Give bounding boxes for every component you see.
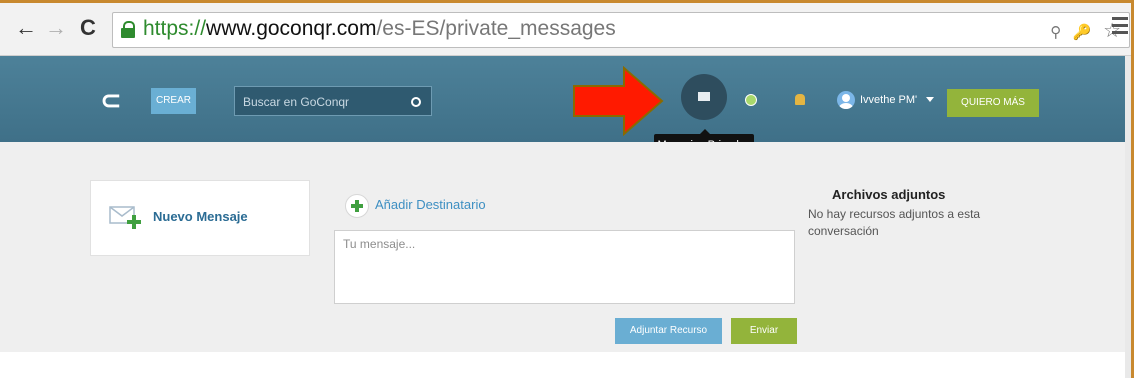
address-bar-actions: ⚲ 🔑 ☆ — [1044, 18, 1121, 43]
upgrade-button[interactable]: QUIERO MÁS — [947, 89, 1039, 117]
browser-toolbar: ← → C https://www.goconqr.com/es-ES/priv… — [0, 3, 1131, 56]
create-button[interactable]: CREAR — [151, 88, 196, 114]
message-textarea[interactable] — [334, 230, 795, 304]
globe-icon[interactable] — [745, 94, 757, 106]
goconqr-logo-icon[interactable]: ⊂ — [100, 86, 122, 116]
new-message-envelope-icon — [109, 206, 141, 229]
envelope-icon — [698, 92, 710, 101]
address-url[interactable]: https://www.goconqr.com/es-ES/private_me… — [143, 17, 616, 41]
address-bar[interactable]: https://www.goconqr.com/es-ES/private_me… — [112, 12, 1130, 48]
url-scheme: https:// — [143, 17, 207, 40]
forward-button[interactable]: → — [44, 13, 68, 43]
zoom-icon[interactable]: ⚲ — [1050, 24, 1061, 41]
key-icon[interactable]: 🔑 — [1073, 24, 1092, 41]
user-menu-name[interactable]: Ivvethe PM' — [860, 94, 917, 106]
search-icon[interactable] — [411, 97, 421, 107]
add-recipient-link[interactable]: Añadir Destinatario — [375, 197, 486, 212]
reload-button[interactable]: C — [76, 13, 100, 43]
annotation-arrow-icon — [573, 66, 664, 136]
url-host: www.goconqr.com — [206, 17, 377, 40]
search-input[interactable] — [241, 92, 405, 112]
private-messages-button[interactable] — [681, 74, 727, 120]
page-bottom-panel — [8, 354, 1014, 378]
new-message-card[interactable]: Nuevo Mensaje — [90, 180, 310, 256]
attach-resource-button[interactable]: Adjuntar Recurso — [615, 318, 722, 344]
lock-icon — [121, 21, 135, 38]
add-recipient-plus-icon[interactable] — [345, 194, 369, 218]
new-message-label: Nuevo Mensaje — [153, 209, 248, 224]
back-button[interactable]: ← — [14, 13, 38, 43]
send-button[interactable]: Enviar — [731, 318, 797, 344]
browser-menu-icon[interactable] — [1112, 17, 1128, 35]
avatar[interactable] — [837, 91, 855, 109]
page-scrollbar[interactable] — [1125, 56, 1131, 378]
attachments-empty-text: No hay recursos adjuntos a esta conversa… — [808, 207, 981, 238]
chevron-down-icon[interactable] — [926, 97, 934, 102]
site-search[interactable] — [234, 86, 432, 116]
attachments-title: Archivos adjuntos — [832, 187, 946, 202]
bell-icon[interactable] — [795, 94, 805, 105]
url-path: /es-ES/private_messages — [376, 17, 616, 40]
